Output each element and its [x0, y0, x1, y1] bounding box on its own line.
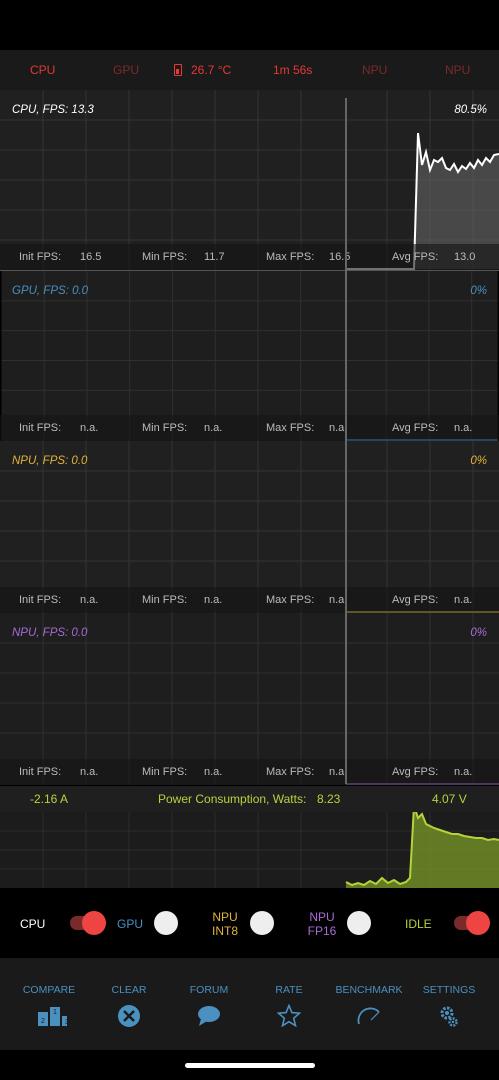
toggle-cpu-switch[interactable] — [66, 911, 106, 935]
min-fps-label: Min FPS: — [142, 251, 188, 263]
gpu-load-percent: 0% — [470, 285, 487, 297]
min-fps-label: Min FPS: — [142, 422, 188, 434]
max-fps-label: Max FPS: — [266, 594, 315, 606]
min-fps-value: n.a. — [204, 594, 223, 606]
nav-rate[interactable]: RATE — [249, 958, 329, 1050]
gpu-fps-title: GPU, FPS: 0.0 — [12, 285, 89, 297]
init-fps-value: 16.5 — [80, 251, 102, 263]
avg-fps-value: 13.0 — [454, 251, 476, 263]
npu-fp16-load-percent: 0% — [470, 627, 487, 639]
power-label: Power Consumption, Watts: — [158, 792, 307, 806]
status-npu-1: NPU — [362, 63, 388, 77]
avg-fps-value: n.a. — [454, 422, 473, 434]
cpu-fps-graph — [0, 90, 499, 270]
power-voltage: 4.07 V — [432, 792, 467, 806]
status-temperature: 26.7 °C — [191, 63, 232, 77]
power-watts: 8.23 — [317, 792, 341, 806]
npu-int8-load-percent: 0% — [470, 455, 487, 467]
avg-fps-label: Avg FPS: — [392, 594, 439, 606]
avg-fps-label: Avg FPS: — [392, 766, 439, 778]
init-fps-label: Init FPS: — [19, 766, 62, 778]
min-fps-value: 11.7 — [204, 251, 225, 263]
init-fps-value: n.a. — [80, 766, 99, 778]
nav-forum-label: FORUM — [189, 984, 229, 996]
toggle-gpu-label: GPU — [117, 917, 144, 931]
nav-benchmark[interactable]: BENCHMARK — [329, 958, 409, 1050]
avg-fps-label: Avg FPS: — [392, 251, 439, 263]
init-fps-label: Init FPS: — [19, 594, 62, 606]
home-indicator[interactable] — [185, 1063, 315, 1068]
npu-fp16-fps-title: NPU, FPS: 0.0 — [12, 627, 88, 639]
npu-int8-fps-title: NPU, FPS: 0.0 — [12, 455, 88, 467]
max-fps-label: Max FPS: — [266, 422, 315, 434]
nav-compare[interactable]: COMPARE 2 1 3 — [9, 958, 89, 1050]
power-current: -2.16 A — [30, 792, 69, 806]
min-fps-value: n.a. — [204, 766, 223, 778]
nav-compare-label: COMPARE — [22, 984, 76, 996]
toggle-npu-int8-switch[interactable] — [244, 911, 284, 935]
avg-fps-value: n.a. — [454, 594, 473, 606]
npu-int8-stats-row: Init FPS: n.a. Min FPS: n.a. Max FPS: n.… — [0, 587, 499, 613]
toggle-npu-fp16-switch[interactable] — [341, 911, 381, 935]
gears-icon — [440, 1006, 458, 1027]
init-fps-label: Init FPS: — [19, 251, 62, 263]
status-elapsed: 1m 56s — [273, 63, 313, 77]
npu-fp16-stats-row: Init FPS: n.a. Min FPS: n.a. Max FPS: n.… — [0, 759, 499, 785]
toggle-gpu-switch[interactable] — [148, 911, 188, 935]
svg-text:2: 2 — [41, 1018, 45, 1025]
nav-rate-label: RATE — [275, 984, 303, 996]
npu-int8-panel: NPU, FPS: 0.0 0% Init FPS: n.a. Min FPS:… — [0, 441, 499, 613]
init-fps-value: n.a. — [80, 594, 99, 606]
status-gpu: GPU — [113, 63, 140, 77]
init-fps-value: n.a. — [80, 422, 99, 434]
min-fps-label: Min FPS: — [142, 594, 188, 606]
status-cpu: CPU — [30, 63, 56, 77]
status-bar: CPU GPU 26.7 °C 1m 56s NPU NPU — [0, 50, 499, 90]
mode-toggles: CPU GPU NPU INT8 NPU FP16 IDLE — [0, 888, 499, 958]
nav-settings-label: SETTINGS — [422, 984, 476, 996]
podium-icon: 2 1 3 — [38, 1007, 67, 1026]
nav-forum[interactable]: FORUM — [169, 958, 249, 1050]
cpu-stats-row: Init FPS: 16.5 Min FPS: 11.7 Max FPS: 16… — [0, 244, 499, 270]
nav-clear-label: CLEAR — [111, 984, 147, 996]
cpu-panel: CPU, FPS: 13.3 80.5% Init FPS: 16.5 Min … — [0, 90, 499, 270]
init-fps-label: Init FPS: — [19, 422, 62, 434]
max-fps-label: Max FPS: — [266, 766, 315, 778]
svg-text:1: 1 — [53, 1009, 57, 1016]
battery-icon — [174, 64, 182, 76]
toggle-npu-int8-label: NPU INT8 — [211, 910, 238, 938]
power-graph — [0, 812, 499, 888]
time-cursor-line — [345, 98, 347, 784]
gpu-panel: GPU, FPS: 0.0 0% Init FPS: n.a. Min FPS:… — [0, 270, 499, 441]
nav-settings[interactable]: SETTINGS — [409, 958, 489, 1050]
toggle-npu-fp16-label: NPU FP16 — [307, 910, 337, 938]
avg-fps-label: Avg FPS: — [392, 422, 439, 434]
clear-x-icon — [118, 1005, 140, 1027]
toggle-cpu-label: CPU — [20, 917, 46, 931]
chat-bubble-icon — [198, 1006, 220, 1026]
svg-text:3: 3 — [65, 1019, 67, 1026]
status-npu-2: NPU — [445, 63, 471, 77]
gauge-icon — [357, 1007, 380, 1025]
max-fps-label: Max FPS: — [266, 251, 315, 263]
gpu-stats-row: Init FPS: n.a. Min FPS: n.a. Max FPS: n.… — [0, 415, 499, 441]
toggle-idle-label: IDLE — [405, 917, 432, 931]
nav-benchmark-label: BENCHMARK — [335, 984, 403, 996]
cpu-load-percent: 80.5% — [454, 104, 487, 116]
nav-clear[interactable]: CLEAR — [89, 958, 169, 1050]
max-fps-value: 16.5 — [329, 251, 351, 263]
cpu-fps-title: CPU, FPS: 13.3 — [12, 104, 94, 116]
avg-fps-value: n.a. — [454, 766, 473, 778]
min-fps-value: n.a. — [204, 422, 223, 434]
power-header: -2.16 A Power Consumption, Watts: 8.23 4… — [0, 786, 499, 812]
npu-fp16-panel: NPU, FPS: 0.0 0% Init FPS: n.a. Min FPS:… — [0, 613, 499, 785]
star-icon — [277, 1004, 301, 1028]
bottom-navigation: COMPARE 2 1 3 CLEAR FORUM RATE BENCHMARK — [0, 958, 499, 1050]
toggle-idle-switch[interactable] — [450, 911, 490, 935]
min-fps-label: Min FPS: — [142, 766, 188, 778]
